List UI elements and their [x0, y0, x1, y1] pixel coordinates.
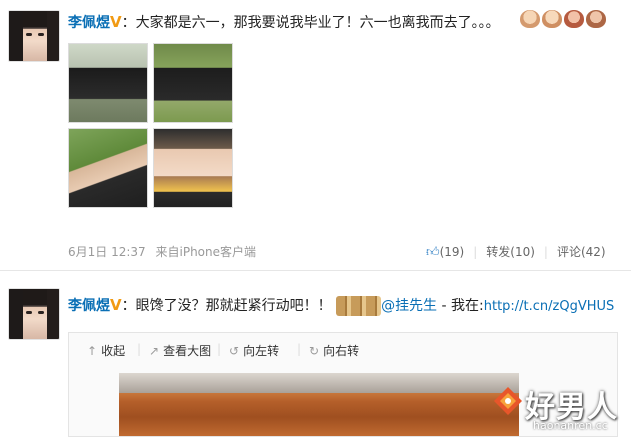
repost-button[interactable]: 转发(10) [486, 245, 535, 259]
bear-emoticon-icon [586, 10, 606, 28]
collapse-button[interactable]: ↑ 收起 [87, 342, 125, 359]
view-large-button[interactable]: ↗ 查看大图 [149, 342, 211, 359]
rotate-right-icon: ↻ [309, 344, 320, 358]
divider: | [473, 245, 478, 259]
rotate-left-button[interactable]: ↺ 向左转 [229, 342, 279, 359]
expanded-photo[interactable] [119, 373, 519, 436]
photo-thumbnail[interactable] [153, 128, 233, 208]
short-url-link[interactable]: http://t.cn/zQgVHUS [484, 299, 615, 314]
photo-thumbnail[interactable] [68, 128, 148, 208]
post-header: 李佩煜V：大家都是六一，那我要说我毕业了！六一也离我而去了。。。 [68, 12, 500, 32]
view-large-label: 查看大图 [163, 344, 212, 358]
rotate-right-button[interactable]: ↻ 向右转 [309, 342, 359, 359]
location-label: - 我在: [437, 298, 484, 314]
username-link[interactable]: 李佩煜 [68, 15, 110, 31]
collapse-icon: ↑ [87, 344, 98, 358]
divider: | [297, 342, 302, 356]
like-count[interactable]: (19) [440, 245, 465, 259]
photo-thumbnail[interactable] [68, 43, 148, 123]
watermark-domain: haonanren.cc [533, 419, 608, 432]
avatar[interactable] [8, 288, 60, 340]
post-divider [0, 270, 631, 271]
post-text: 眼馋了没？那就赶紧行动吧！！ [135, 298, 332, 314]
divider: | [137, 342, 142, 356]
avatar[interactable] [8, 10, 60, 62]
bear-emoticon-icon [564, 10, 584, 28]
comment-button[interactable]: 评论(42) [557, 245, 606, 259]
mention-link[interactable]: @挂先生 [381, 298, 437, 314]
post-actions: 👍︎(19) | 转发(10) | 评论(42) [426, 243, 606, 260]
watermark: 好男人 haonanren.cc [493, 382, 629, 434]
watermark-logo-icon [494, 387, 522, 415]
thumbs-up-icon[interactable]: 👍︎ [426, 245, 440, 260]
colon: ： [121, 298, 136, 314]
zoom-icon: ↗ [149, 344, 160, 358]
post-header: 李佩煜V：眼馋了没？那就赶紧行动吧！！ @挂先生 - 我在:http://t.c… [68, 295, 614, 316]
post-text: 大家都是六一，那我要说我毕业了！六一也离我而去了。。。 [135, 15, 500, 31]
divider: | [543, 245, 548, 259]
emoticon-image-icon [336, 296, 382, 316]
colon: ： [121, 15, 136, 31]
source-link[interactable]: 来自iPhone客户端 [156, 245, 257, 259]
bear-emoticon-icon [520, 10, 540, 28]
rotate-left-icon: ↺ [229, 344, 240, 358]
verified-badge-icon[interactable]: V [110, 296, 122, 314]
rotate-left-label: 向左转 [243, 344, 280, 358]
emoticon-group [520, 10, 608, 28]
timestamp-link[interactable]: 6月1日 12:37 [68, 245, 146, 259]
divider: | [217, 342, 222, 356]
post-meta: 6月1日 12:37 来自iPhone客户端 [68, 243, 256, 260]
rotate-right-label: 向右转 [323, 344, 360, 358]
photo-thumbnail[interactable] [153, 43, 233, 123]
bear-emoticon-icon [542, 10, 562, 28]
collapse-label: 收起 [101, 344, 126, 358]
verified-badge-icon[interactable]: V [110, 13, 122, 31]
username-link[interactable]: 李佩煜 [68, 298, 110, 314]
